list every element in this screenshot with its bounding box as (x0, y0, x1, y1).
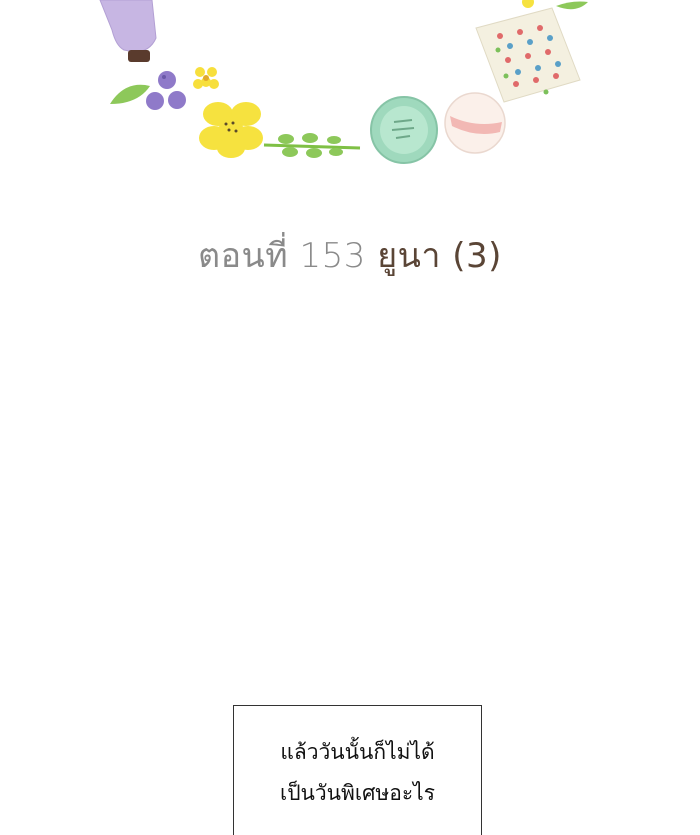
leaf-icon (556, 1, 588, 10)
leaf-icon (110, 84, 150, 104)
powder-puff-icon (444, 92, 506, 154)
compact-case-icon (370, 96, 438, 164)
episode-title: ตอนที่ 153 ยูนา (3) (0, 228, 700, 282)
berries-icon (146, 71, 186, 110)
lotion-tube-icon (99, 0, 157, 62)
narration-line-1: แล้ววันนั้นก็ไม่ได้ (280, 740, 435, 764)
big-flower-icon (199, 102, 263, 158)
episode-number: ตอนที่ 153 (198, 236, 366, 276)
narration-line-2: เป็นวันพิเศษอะไร (280, 781, 435, 805)
floral-decoration-illustration (99, 0, 588, 164)
narration-box: แล้ววันนั้นก็ไม่ได้ เป็นวันพิเศษอะไร (233, 705, 482, 835)
small-flower-icon (193, 67, 219, 89)
patterned-napkin-icon (475, 7, 581, 103)
chapter-part: (3) (452, 236, 502, 276)
chapter-name: ยูนา (377, 236, 441, 276)
sprig-icon (263, 133, 361, 158)
small-flower-icon (522, 0, 534, 8)
